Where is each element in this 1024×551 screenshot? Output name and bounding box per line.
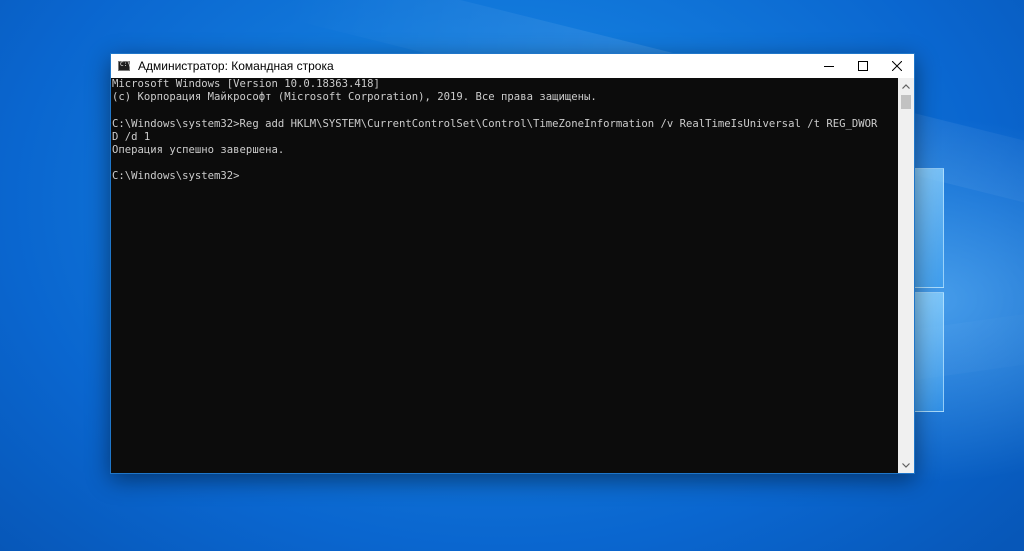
scrollbar-thumb[interactable] [901, 95, 911, 109]
vertical-scrollbar[interactable] [898, 78, 914, 473]
wallpaper-windows-logo-pane [912, 292, 944, 412]
scroll-up-button[interactable] [898, 78, 914, 94]
console-line: (c) Корпорация Майкрософт (Microsoft Cor… [112, 91, 597, 104]
wallpaper-windows-logo-pane [912, 168, 944, 288]
console-output[interactable]: Microsoft Windows [Version 10.0.18363.41… [111, 78, 898, 473]
scroll-down-button[interactable] [898, 457, 914, 473]
minimize-button[interactable] [812, 54, 846, 78]
console-line: D /d 1 [112, 130, 151, 143]
minimize-icon [824, 66, 834, 67]
console-line: Microsoft Windows [Version 10.0.18363.41… [112, 78, 380, 90]
cmd-icon[interactable] [118, 61, 131, 71]
close-button[interactable] [880, 54, 914, 78]
console-line: Операция успешно завершена. [112, 143, 285, 156]
chevron-down-icon [902, 462, 910, 468]
console-prompt-line[interactable]: C:\Windows\system32> [111, 170, 898, 183]
command-prompt-window: Администратор: Командная строка Microsof… [110, 53, 915, 474]
chevron-up-icon [902, 83, 910, 89]
close-icon [892, 61, 902, 71]
console-line: C:\Windows\system32>Reg add HKLM\SYSTEM\… [112, 117, 878, 130]
title-bar[interactable]: Администратор: Командная строка [111, 54, 914, 78]
maximize-button[interactable] [846, 54, 880, 78]
window-title: Администратор: Командная строка [138, 59, 334, 73]
maximize-icon [858, 61, 868, 71]
